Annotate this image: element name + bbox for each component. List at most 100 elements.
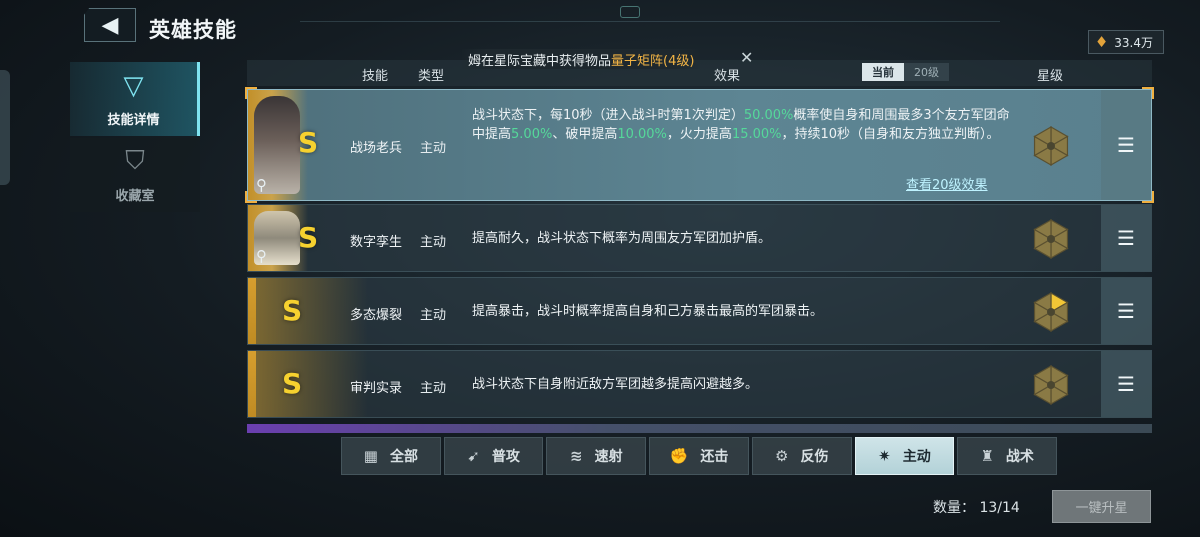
grade-badge: S bbox=[298, 221, 319, 254]
close-icon[interactable]: ✕ bbox=[740, 48, 753, 67]
nav-label: 技能详情 bbox=[107, 113, 160, 128]
skill-menu-button[interactable]: ☰ bbox=[1101, 205, 1151, 271]
tab-label: 速射 bbox=[594, 449, 623, 465]
nav-item-skill-details[interactable]: ▽ 技能详情 bbox=[70, 62, 200, 136]
skill-type: 主动 bbox=[420, 308, 447, 323]
count-label: 数量： bbox=[933, 500, 975, 516]
toggle-level-20[interactable]: 20级 bbox=[904, 63, 949, 81]
desc-text: ，火力提高 bbox=[666, 127, 732, 142]
back-arrow-icon: ◀ bbox=[101, 12, 119, 38]
level-toggle[interactable]: 当前 20级 bbox=[862, 63, 949, 81]
tab-label: 全部 bbox=[389, 449, 418, 465]
skill-row[interactable]: ⚲ S 战场老兵 主动 战斗状态下，每10秒（进入战斗时第1次判定）50.00%… bbox=[245, 87, 1154, 203]
tactics-icon: ♜ bbox=[980, 447, 994, 465]
tab-label: 反伤 bbox=[800, 449, 829, 465]
tab-label: 普攻 bbox=[491, 449, 520, 465]
tab-counterattack[interactable]: ✊ 还击 bbox=[649, 437, 749, 475]
skill-menu-button[interactable]: ☰ bbox=[1101, 90, 1151, 200]
fist-icon: ✊ bbox=[669, 447, 689, 465]
news-ticker: 姆在星际宝藏中获得物品 量子矩阵(4级) bbox=[462, 49, 701, 69]
skill-description: 提高耐久，战斗状态下概率为周围友方军团加护盾。 bbox=[472, 231, 772, 246]
skill-description: 战斗状态下自身附近敌方军团越多提高闪避越多。 bbox=[472, 377, 759, 392]
one-click-upgrade-button[interactable]: 一键升星 bbox=[1052, 490, 1151, 523]
desc-text: 、破甲提高 bbox=[552, 127, 618, 142]
tab-active-skill[interactable]: ✷ 主动 bbox=[854, 437, 955, 475]
rapid-fire-icon: ≋ bbox=[570, 447, 583, 465]
magnifier-icon[interactable]: ⚲ bbox=[256, 247, 267, 265]
skill-menu-button[interactable]: ☰ bbox=[1101, 351, 1151, 417]
header-star: 星级 bbox=[1037, 69, 1064, 84]
skill-menu-button[interactable]: ☰ bbox=[1101, 278, 1151, 344]
skill-type: 主动 bbox=[420, 381, 447, 396]
star-center bbox=[1047, 235, 1055, 243]
left-nav: ▽ 技能详情 ⛉ 收藏室 bbox=[70, 62, 203, 212]
tab-label: 主动 bbox=[902, 449, 931, 465]
v-emblem-icon: ▽ bbox=[123, 71, 144, 101]
tab-normal-attack[interactable]: ➹ 普攻 bbox=[443, 437, 544, 475]
star-level-icon bbox=[1033, 218, 1069, 260]
gear-icon: ⚙ bbox=[775, 447, 789, 465]
star-level-icon bbox=[1033, 364, 1069, 406]
desc-value: 50.00% bbox=[743, 108, 794, 123]
skill-name: 战场老兵 bbox=[350, 141, 403, 156]
header-skill: 技能 bbox=[362, 69, 389, 84]
skill-row[interactable]: S 多态爆裂 主动 提高暴击，战斗时概率提高自身和己方暴击最高的军团暴击。 ☰ bbox=[247, 277, 1152, 345]
tab-label: 还击 bbox=[700, 449, 729, 465]
skill-name: 数字孪生 bbox=[350, 235, 403, 250]
left-edge-tab bbox=[0, 70, 10, 185]
skill-type: 主动 bbox=[420, 141, 447, 156]
star-center bbox=[1047, 142, 1055, 150]
desc-text: ，持续10秒（自身和友方独立判断）。 bbox=[781, 127, 1000, 142]
skill-name: 多态爆裂 bbox=[350, 308, 403, 323]
shield-icon: ⛉ bbox=[125, 146, 145, 176]
tab-reflect[interactable]: ⚙ 反伤 bbox=[751, 437, 852, 475]
skill-description: 战斗状态下，每10秒（进入战斗时第1次判定）50.00%概率使自身和周围最多3个… bbox=[472, 106, 1020, 144]
next-row-edge bbox=[247, 424, 1152, 433]
grid-icon: ▦ bbox=[363, 447, 378, 465]
desc-value: 5.00% bbox=[511, 127, 553, 142]
skill-type: 主动 bbox=[420, 235, 447, 250]
nav-item-collection-room[interactable]: ⛉ 收藏室 bbox=[70, 138, 200, 212]
star-center bbox=[1047, 308, 1055, 316]
skill-row[interactable]: ⚲ S 数字孪生 主动 提高耐久，战斗状态下概率为周围友方军团加护盾。 ☰ bbox=[247, 204, 1152, 272]
tab-all[interactable]: ▦ 全部 bbox=[341, 437, 441, 475]
count-value: 13/14 bbox=[979, 500, 1020, 516]
burst-icon: ✷ bbox=[878, 447, 891, 465]
page-title: 英雄技能 bbox=[149, 18, 237, 42]
skill-name: 审判实录 bbox=[350, 381, 403, 396]
top-decoration bbox=[300, 0, 1000, 22]
skill-count: 数量： 13/14 bbox=[933, 497, 1020, 517]
menu-icon: ☰ bbox=[1117, 372, 1135, 396]
desc-value: 10.00% bbox=[617, 127, 667, 142]
filter-tabs: ▦ 全部 ➹ 普攻 ≋ 速射 ✊ 还击 ⚙ 反伤 ✷ 主动 ♜ 战术 bbox=[341, 437, 1058, 475]
ticker-item: 量子矩阵(4级) bbox=[611, 53, 695, 69]
desc-value: 15.00% bbox=[731, 127, 782, 142]
menu-icon: ☰ bbox=[1117, 226, 1135, 250]
bullet-icon: ➹ bbox=[467, 447, 480, 465]
skill-row[interactable]: S 审判实录 主动 战斗状态下自身附近敌方军团越多提高闪避越多。 ☰ bbox=[247, 350, 1152, 418]
fuel-icon: ♦ bbox=[1094, 33, 1109, 51]
toggle-current[interactable]: 当前 bbox=[862, 63, 904, 81]
star-center bbox=[1047, 381, 1055, 389]
back-button[interactable]: ◀ bbox=[84, 8, 136, 42]
skill-description: 提高暴击，战斗时概率提高自身和己方暴击最高的军团暴击。 bbox=[472, 304, 824, 319]
header-effect: 效果 bbox=[714, 69, 741, 84]
ticker-text: 姆在星际宝藏中获得物品 bbox=[468, 53, 612, 69]
tab-rapid-fire[interactable]: ≋ 速射 bbox=[546, 437, 647, 475]
grade-badge: S bbox=[298, 126, 319, 159]
view-level20-link[interactable]: 查看20级效果 bbox=[906, 174, 988, 193]
currency-display[interactable]: ♦ 33.4万 bbox=[1087, 30, 1164, 54]
star-level-icon bbox=[1033, 291, 1069, 333]
tab-label: 战术 bbox=[1005, 449, 1034, 465]
grade-badge: S bbox=[282, 294, 303, 327]
nav-label: 收藏室 bbox=[115, 189, 155, 204]
star-level-icon bbox=[1033, 125, 1069, 167]
menu-icon: ☰ bbox=[1117, 299, 1135, 323]
menu-icon: ☰ bbox=[1117, 133, 1135, 157]
desc-text: 战斗状态下，每10秒（进入战斗时第1次判定） bbox=[472, 108, 744, 123]
header-type: 类型 bbox=[418, 69, 445, 84]
currency-value: 33.4万 bbox=[1114, 35, 1153, 50]
tab-tactics[interactable]: ♜ 战术 bbox=[957, 437, 1058, 475]
magnifier-icon[interactable]: ⚲ bbox=[256, 176, 267, 194]
grade-badge: S bbox=[282, 367, 303, 400]
